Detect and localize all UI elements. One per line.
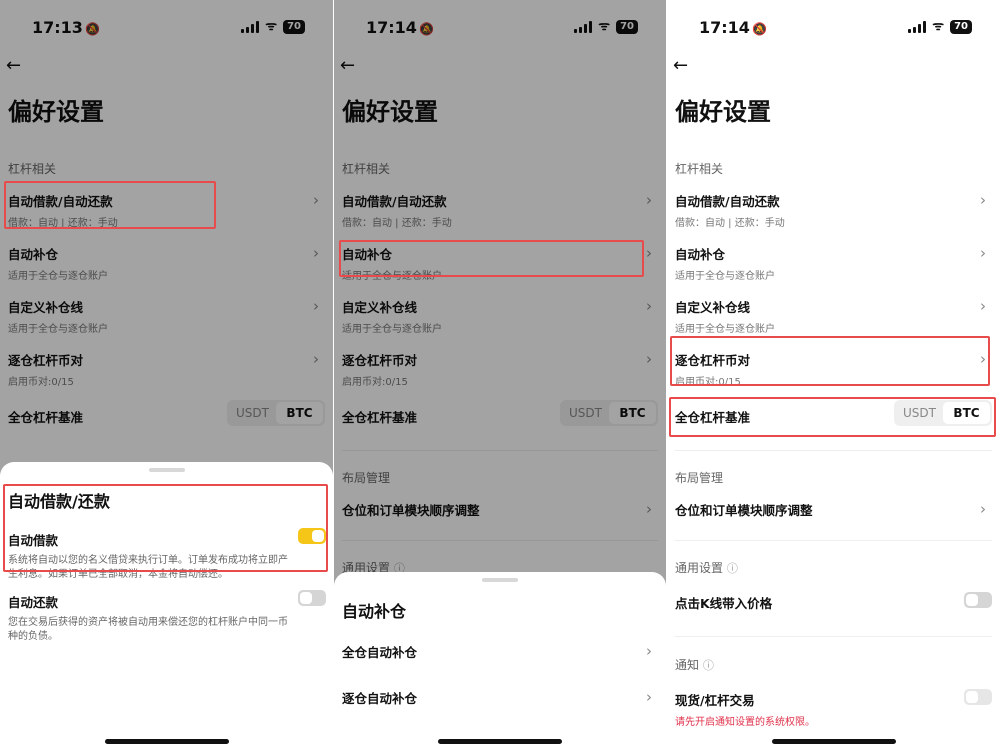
chevron-right-icon: › <box>980 191 986 209</box>
bottom-sheet-auto-borrow: 自动借款/还款 自动借款 系统将自动以您的名义借贷来执行订单。订单发布成功将立即… <box>0 462 333 750</box>
battery-icon: 70 <box>950 20 972 34</box>
section-notify: 通知 ⓘ <box>675 658 714 672</box>
sheet-item-isolated-auto-margin[interactable]: 逐仓自动补仓 › <box>342 688 656 707</box>
chevron-right-icon: › <box>980 244 986 262</box>
page-title: 偏好设置 <box>675 98 771 126</box>
auto-repay-toggle[interactable] <box>298 590 326 606</box>
divider <box>675 450 992 451</box>
screen-auto-margin: 17:14 🔕 ᯤ 70 ← 偏好设置 杠杆相关 自动借款/自动还款 借款：自动 … <box>334 0 666 750</box>
chevron-right-icon: › <box>980 350 986 368</box>
home-indicator <box>771 739 896 744</box>
info-icon[interactable]: ⓘ <box>703 659 714 672</box>
kline-price-toggle[interactable] <box>964 592 992 608</box>
status-time: 17:14 <box>699 18 750 37</box>
sheet-handle[interactable] <box>482 578 518 582</box>
screen-preferences: 17:14 🔕 ᯤ 70 ← 偏好设置 杠杆相关 自动借款/自动还款 借款：自动 … <box>667 0 1000 750</box>
setting-kline-price: 点击K线带入价格 <box>675 596 773 611</box>
section-layout: 布局管理 <box>675 471 724 485</box>
sheet-handle[interactable] <box>148 468 185 472</box>
sheet-title: 自动补仓 <box>342 602 407 621</box>
screen-auto-borrow: 17:13 🔕 ᯤ 70 ← 偏好设置 杠杆相关 自动借款/自动还款 借款：自动 … <box>0 0 333 750</box>
sheet-item-cross-auto-margin[interactable]: 全仓自动补仓 › <box>342 642 656 661</box>
divider <box>675 540 992 541</box>
back-arrow-icon[interactable]: ← <box>673 55 688 76</box>
home-indicator <box>104 739 229 744</box>
setting-order-layout[interactable]: 仓位和订单模块顺序调整 › <box>675 500 990 519</box>
sheet-item-auto-borrow: 自动借款 系统将自动以您的名义借贷来执行订单。订单发布成功将立即产生利息。如果订… <box>8 533 288 580</box>
chevron-right-icon: › <box>646 688 652 706</box>
setting-auto-margin[interactable]: 自动补仓 适用于全仓与逐仓账户 › <box>675 244 990 282</box>
section-leverage: 杠杆相关 <box>675 162 724 176</box>
wifi-icon: ᯤ <box>932 19 945 34</box>
bottom-sheet-auto-margin: 自动补仓 全仓自动补仓 › 逐仓自动补仓 › <box>334 572 666 750</box>
divider <box>675 636 992 637</box>
sheet-title: 自动借款/还款 <box>8 492 110 511</box>
segment-btc[interactable]: BTC <box>943 402 990 424</box>
auto-borrow-toggle[interactable] <box>298 528 326 544</box>
section-general: 通用设置 ⓘ <box>675 561 738 575</box>
setting-isolated-pairs[interactable]: 逐仓杠杆币对 启用币对:0/15 › <box>675 350 990 388</box>
chevron-right-icon: › <box>980 500 986 518</box>
status-bar: 17:14 🔕 ᯤ 70 <box>667 14 1000 42</box>
bell-slash-icon: 🔕 <box>751 22 767 36</box>
cellular-signal-icon <box>908 21 927 33</box>
info-icon[interactable]: ⓘ <box>727 562 738 575</box>
spot-trade-notify-toggle[interactable] <box>964 689 992 705</box>
chevron-right-icon: › <box>980 297 986 315</box>
chevron-right-icon: › <box>646 642 652 660</box>
segment-usdt[interactable]: USDT <box>896 402 943 424</box>
setting-custom-margin-line[interactable]: 自定义补仓线 适用于全仓与逐仓账户 › <box>675 297 990 335</box>
home-indicator <box>438 739 562 744</box>
setting-spot-trade-notify: 现货/杠杆交易 请先开启通知设置的系统权限。 <box>675 693 815 728</box>
sheet-item-auto-repay: 自动还款 您在交易后获得的资产将被自动用来偿还您的杠杆账户中同一币种的负债。 <box>8 595 288 642</box>
base-currency-segment[interactable]: USDT BTC <box>894 400 992 426</box>
setting-auto-borrow[interactable]: 自动借款/自动还款 借款：自动 | 还款：手动 › <box>675 191 990 229</box>
